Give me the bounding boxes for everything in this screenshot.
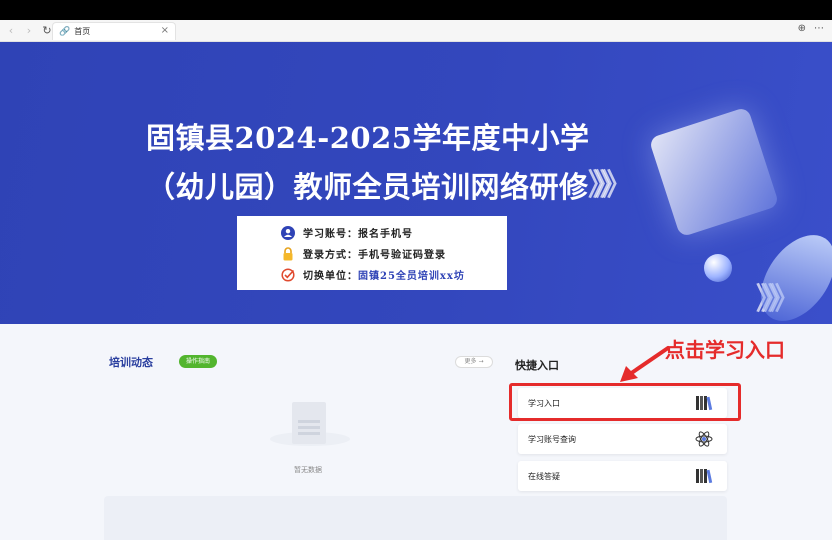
empty-document-icon [292, 402, 326, 444]
banner-title-line2: （幼儿园）教师全员培训网络研修 [146, 170, 589, 204]
chevron-decoration: 》》》 [588, 168, 632, 203]
login-value: 手机号验证码登录 [358, 250, 446, 261]
extension-icon[interactable]: ⊕ [798, 23, 806, 34]
empty-state-text: 暂无数据 [294, 466, 322, 474]
back-icon[interactable]: ‹ [4, 24, 18, 38]
quick-item-online-qa[interactable]: 在线答疑 [518, 461, 727, 491]
more-icon[interactable]: ⋯ [814, 23, 824, 34]
glass-cube-decoration [648, 106, 780, 238]
atom-icon [695, 431, 713, 447]
quick-item-label: 学习账号查询 [528, 434, 576, 444]
quick-item-account-query[interactable]: 学习账号查询 [518, 424, 727, 454]
browser-tab[interactable]: 🔗 首页 × [52, 22, 176, 40]
user-icon [281, 225, 295, 240]
more-button[interactable]: 更多 → [455, 356, 493, 368]
tab-close-button[interactable]: × [161, 25, 169, 36]
browser-toolbar: ‹ › ↻ 🔗 首页 × ⊕ ⋯ [0, 20, 832, 42]
annotation-text: 点击学习入口 [665, 338, 785, 362]
login-label: 登录方式： [303, 250, 358, 261]
tab-title: 首页 [74, 27, 91, 36]
switch-row: 切换单位： 固镇25全员培训xx坊 [281, 264, 507, 285]
banner-title-line1: 固镇县2024-2025学年度中小学 [146, 121, 590, 155]
news-section-title: 培训动态 [109, 356, 153, 369]
bottom-panel [104, 496, 727, 540]
account-value: 报名手机号 [358, 229, 413, 240]
switch-label: 切换单位： [303, 271, 358, 282]
account-label: 学习账号： [303, 229, 358, 240]
hero-banner: 固镇县2024-2025学年度中小学 （幼儿园）教师全员培训网络研修 》》》 》… [0, 42, 832, 324]
login-row: 登录方式： 手机号验证码登录 [281, 243, 507, 264]
quick-entry-title: 快捷入口 [515, 359, 559, 372]
system-top-bar [0, 0, 832, 20]
link-icon: 🔗 [59, 26, 71, 37]
switch-value: 固镇25全员培训xx坊 [358, 271, 465, 282]
check-circle-icon [281, 267, 295, 282]
sphere-decoration [704, 254, 732, 282]
lock-icon [283, 246, 293, 260]
account-row: 学习账号： 报名手机号 [281, 222, 507, 243]
books-icon [696, 469, 713, 484]
operation-guide-button[interactable]: 操作指南 [179, 355, 217, 368]
quick-item-label: 在线答疑 [528, 471, 560, 481]
login-info-card: 学习账号： 报名手机号 登录方式： 手机号验证码登录 切换单位： 固镇25全员培… [237, 216, 507, 290]
forward-icon[interactable]: › [22, 24, 36, 38]
